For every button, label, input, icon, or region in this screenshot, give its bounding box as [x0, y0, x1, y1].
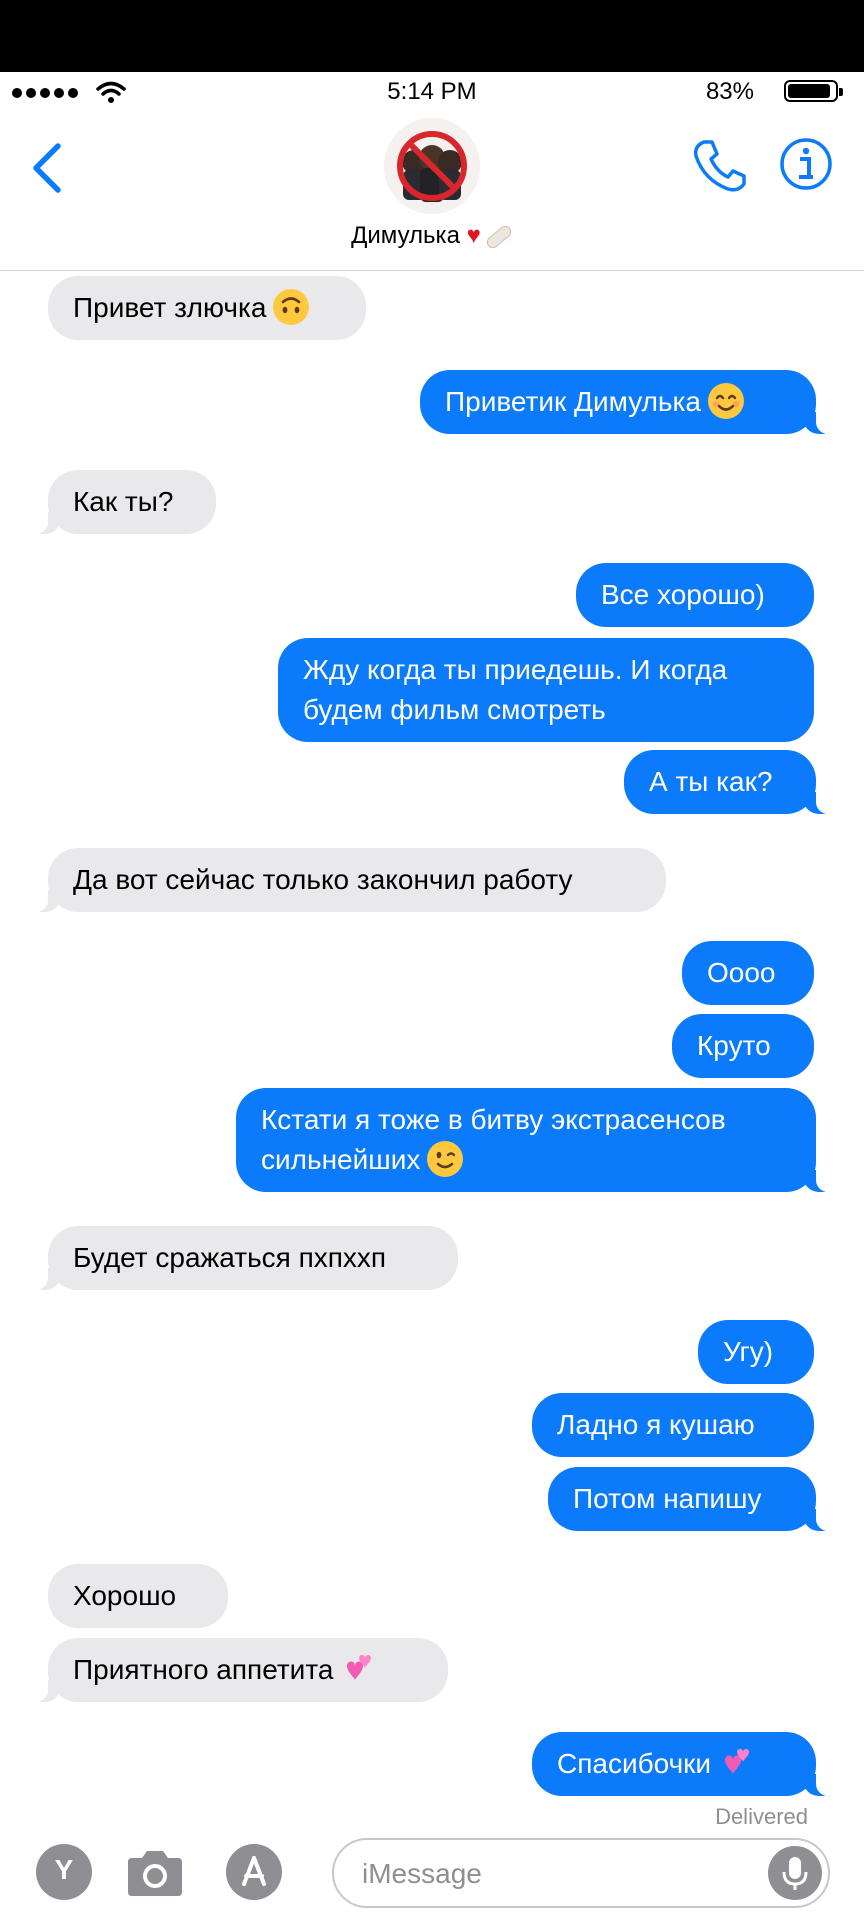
contact-name: Димулька — [351, 222, 460, 249]
message-text: А ты как? — [649, 766, 773, 797]
message-text: Круто — [697, 1030, 771, 1061]
contact-name-row[interactable]: Димулька ♥ — [0, 222, 864, 251]
microphone-icon — [782, 1857, 808, 1890]
message-bubble-outgoing[interactable]: А ты как? — [624, 750, 842, 814]
message-text-line-2: будем фильм смотреть — [303, 694, 606, 725]
message-bubble-incoming[interactable]: Хорошо — [48, 1564, 228, 1628]
message-text: Хорошо — [73, 1580, 177, 1611]
message-bubble-outgoing[interactable]: Спасибочки — [532, 1732, 842, 1796]
message-text: Все хорошо) — [601, 579, 765, 610]
red-heart-icon: ♥ — [466, 222, 481, 249]
message-bubble-outgoing[interactable]: Приветик Димулька — [420, 370, 842, 434]
winking-face-emoji-icon — [427, 1141, 464, 1177]
memoji-label: Y — [54, 1854, 74, 1885]
message-bubble-outgoing[interactable]: Оооо — [682, 941, 814, 1005]
message-text: Приятного аппетита — [73, 1654, 334, 1685]
delivered-status: Delivered — [715, 1804, 808, 1829]
info-icon[interactable] — [778, 136, 834, 192]
camera-icon[interactable] — [124, 1848, 186, 1898]
top-black-bar — [0, 0, 864, 72]
message-bubble-outgoing[interactable]: Угу) — [698, 1320, 814, 1384]
message-bubble-incoming[interactable]: Привет злючка — [48, 276, 366, 340]
message-bubble-outgoing[interactable]: Кстати я тоже в битву экстрасенсов сильн… — [236, 1088, 842, 1192]
app-store-button[interactable] — [226, 1844, 282, 1900]
smiling-face-emoji-icon — [707, 383, 744, 419]
message-text: Как ты? — [73, 486, 174, 517]
two-hearts-emoji-icon — [347, 1655, 372, 1680]
two-hearts-emoji-icon — [725, 1749, 750, 1774]
message-bubble-incoming[interactable]: Будет сражаться пхпххп — [22, 1226, 458, 1290]
message-bubble-outgoing[interactable]: Ладно я кушаю — [532, 1393, 814, 1457]
compose-bar: Y — [0, 1830, 864, 1920]
message-text: Потом напишу — [573, 1483, 762, 1514]
message-text-line-1: Кстати я тоже в битву экстрасенсов — [261, 1104, 726, 1135]
message-bubble-outgoing[interactable]: Все хорошо) — [576, 563, 814, 627]
phone-icon[interactable] — [690, 136, 746, 196]
message-bubble-incoming[interactable]: Приятного аппетита — [22, 1638, 448, 1702]
message-bubble-outgoing[interactable]: Круто — [672, 1014, 814, 1078]
message-text-line-2: сильнейших — [261, 1144, 421, 1175]
message-input[interactable] — [360, 1852, 744, 1896]
message-text-line-1: Жду когда ты приедешь. И когда — [303, 654, 728, 685]
conversation-header: Димулька ♥ — [0, 112, 864, 271]
message-text: Угу) — [723, 1336, 774, 1367]
chevron-left-icon[interactable] — [26, 136, 76, 206]
bandage-icon — [484, 223, 514, 251]
message-bubble-incoming[interactable]: Как ты? — [22, 470, 216, 534]
message-input-field[interactable] — [332, 1838, 830, 1908]
avatar-image — [384, 118, 480, 214]
message-bubble-incoming[interactable]: Да вот сейчас только закончил работу — [22, 848, 666, 912]
upside-down-face-emoji-icon — [273, 289, 310, 325]
app-store-icon — [242, 1856, 266, 1886]
battery-icon — [784, 80, 843, 102]
message-text: Будет сражаться пхпххп — [73, 1242, 387, 1273]
battery-percent: 83% — [705, 78, 754, 105]
message-text: Оооо — [707, 957, 776, 988]
message-text: Приветик Димулька — [445, 386, 701, 417]
message-text: Да вот сейчас только закончил работу — [73, 864, 573, 895]
message-text: Привет злючка — [73, 292, 267, 323]
memoji-button[interactable]: Y — [36, 1844, 92, 1900]
status-bar: 5:14 PM 83% — [0, 72, 864, 112]
message-bubble-outgoing[interactable]: Потом напишу — [548, 1467, 842, 1531]
message-text: Ладно я кушаю — [557, 1409, 755, 1440]
microphone-button[interactable] — [768, 1846, 822, 1900]
contact-avatar[interactable] — [384, 118, 480, 214]
message-bubble-outgoing[interactable]: Жду когда ты приедешь. И когда будем фил… — [278, 638, 814, 742]
message-text: Спасибочки — [557, 1748, 712, 1779]
